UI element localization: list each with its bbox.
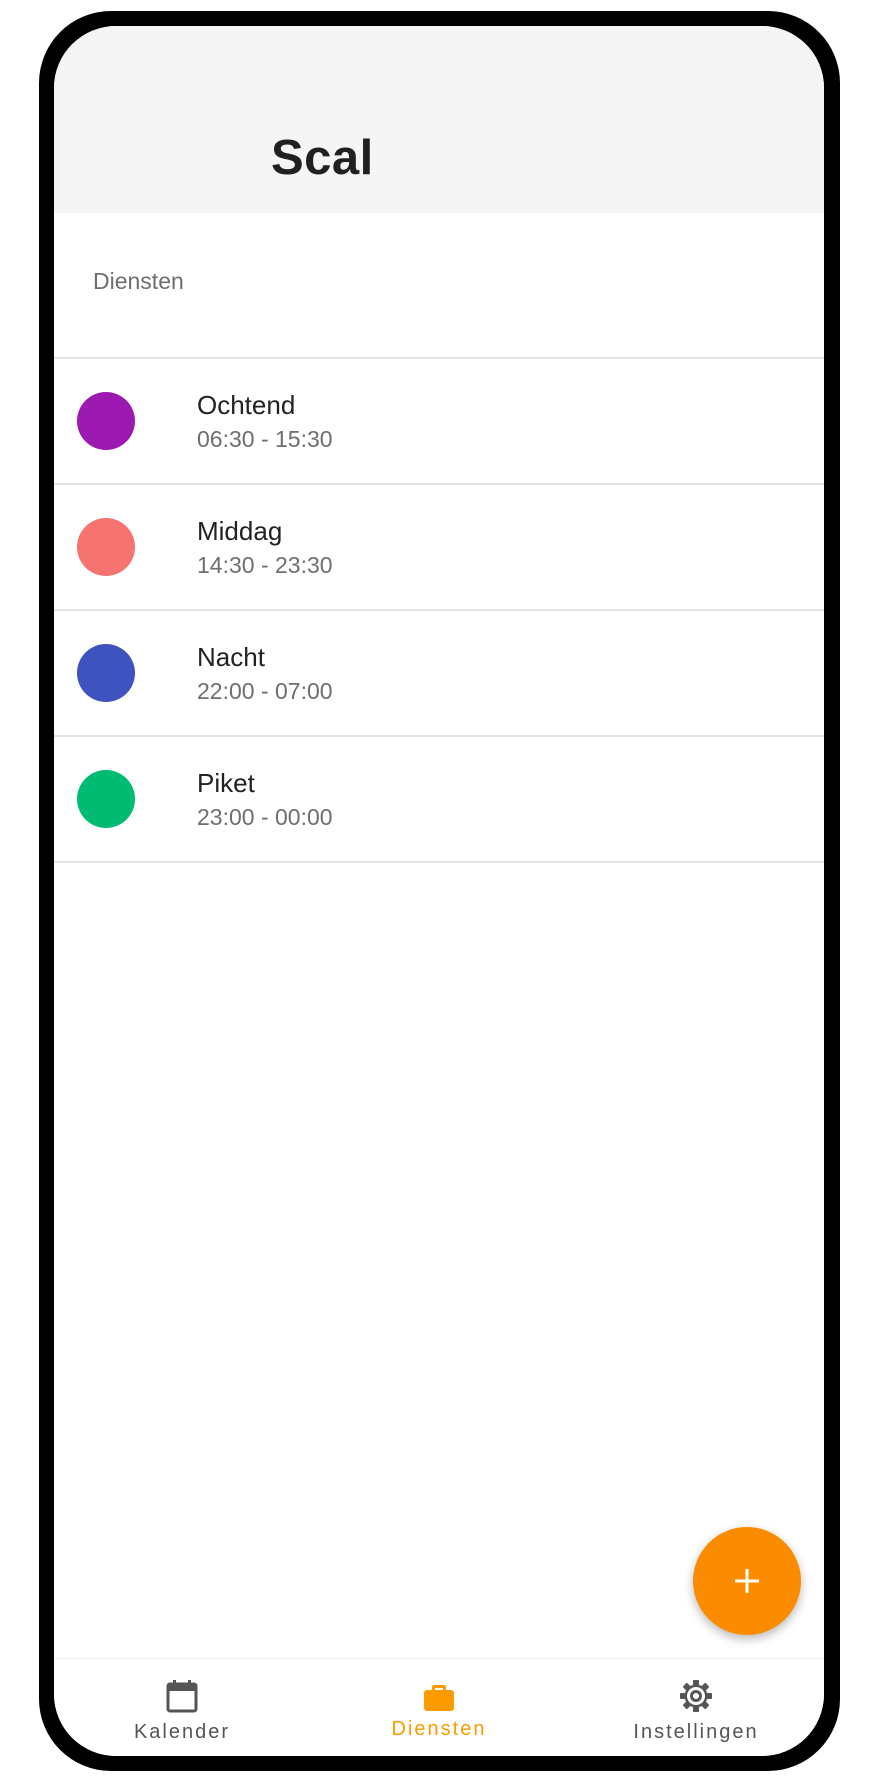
app-bar: Scal bbox=[54, 26, 824, 213]
shift-name: Nacht bbox=[197, 642, 265, 672]
shift-time: 23:00 - 00:00 bbox=[197, 804, 333, 830]
shift-item-middag[interactable]: Middag 14:30 - 23:30 bbox=[54, 485, 824, 611]
briefcase-icon bbox=[424, 1685, 454, 1711]
shift-time: 22:00 - 07:00 bbox=[197, 678, 333, 704]
shift-color-dot bbox=[77, 770, 135, 828]
shift-list: Ochtend 06:30 - 15:30 Middag 14:30 - 23:… bbox=[54, 357, 824, 863]
shift-color-dot bbox=[77, 518, 135, 576]
nav-label: Instellingen bbox=[633, 1721, 759, 1743]
bottom-navigation: Kalender Diensten Instellingen bbox=[54, 1658, 824, 1756]
nav-label: Diensten bbox=[391, 1718, 487, 1740]
plus-icon bbox=[735, 1569, 759, 1593]
shift-item-nacht[interactable]: Nacht 22:00 - 07:00 bbox=[54, 611, 824, 737]
shift-color-dot bbox=[77, 644, 135, 702]
shift-name: Ochtend bbox=[197, 390, 296, 420]
shift-time: 06:30 - 15:30 bbox=[197, 426, 333, 452]
gear-icon bbox=[680, 1680, 712, 1712]
app-title: Scal bbox=[271, 131, 374, 185]
shift-name: Piket bbox=[197, 768, 255, 798]
nav-item-diensten[interactable]: Diensten bbox=[311, 1659, 567, 1756]
shift-item-piket[interactable]: Piket 23:00 - 00:00 bbox=[54, 737, 824, 863]
shift-item-ochtend[interactable]: Ochtend 06:30 - 15:30 bbox=[54, 359, 824, 485]
nav-item-kalender[interactable]: Kalender bbox=[54, 1659, 310, 1756]
shift-name: Middag bbox=[197, 516, 283, 546]
shift-color-dot bbox=[77, 392, 135, 450]
nav-label: Kalender bbox=[133, 1721, 231, 1743]
calendar-icon bbox=[166, 1680, 198, 1713]
app-screen: Scal Diensten Ochtend 06:30 - 15:30 Midd… bbox=[54, 26, 824, 1756]
section-label: Diensten bbox=[93, 268, 184, 294]
shift-time: 14:30 - 23:30 bbox=[197, 552, 333, 578]
add-shift-button[interactable] bbox=[693, 1527, 801, 1635]
nav-item-instellingen[interactable]: Instellingen bbox=[568, 1659, 824, 1756]
